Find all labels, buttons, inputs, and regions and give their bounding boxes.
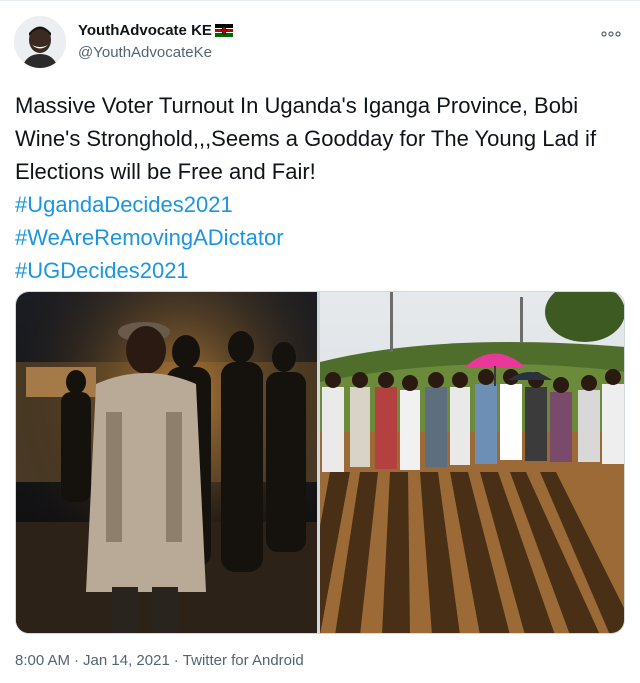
tweet-date[interactable]: Jan 14, 2021: [83, 652, 170, 669]
user-handle[interactable]: @YouthAdvocateKe: [78, 44, 212, 61]
voters-queue-night-photo[interactable]: [16, 292, 317, 633]
display-name-row: YouthAdvocate KE: [78, 22, 233, 39]
meta-separator: ·: [173, 652, 179, 669]
tweet-media: [15, 291, 625, 634]
hashtag-link[interactable]: #UgandaDecides2021: [15, 188, 627, 221]
more-options-button[interactable]: [598, 24, 624, 42]
hashtag-link[interactable]: #UGDecides2021: [15, 254, 627, 287]
more-options-icon: [601, 24, 621, 42]
tweet-metadata: 8:00 AM · Jan 14, 2021 · Twitter for And…: [15, 652, 304, 669]
meta-separator: ·: [74, 652, 80, 669]
hashtag-link[interactable]: #WeAreRemovingADictator: [15, 221, 627, 254]
display-name[interactable]: YouthAdvocate KE: [78, 22, 212, 39]
avatar[interactable]: [14, 16, 66, 68]
tweet-body: Massive Voter Turnout In Uganda's Iganga…: [15, 93, 597, 184]
tweet-time[interactable]: 8:00 AM: [15, 652, 70, 669]
tweet-text: Massive Voter Turnout In Uganda's Iganga…: [15, 89, 627, 287]
kenya-flag-icon: [214, 24, 233, 37]
tweet-card: YouthAdvocate KE @YouthAdvocateKe Massiv…: [0, 0, 640, 683]
tweet-source[interactable]: Twitter for Android: [183, 652, 304, 669]
voters-queue-daylight-photo[interactable]: [320, 292, 624, 633]
